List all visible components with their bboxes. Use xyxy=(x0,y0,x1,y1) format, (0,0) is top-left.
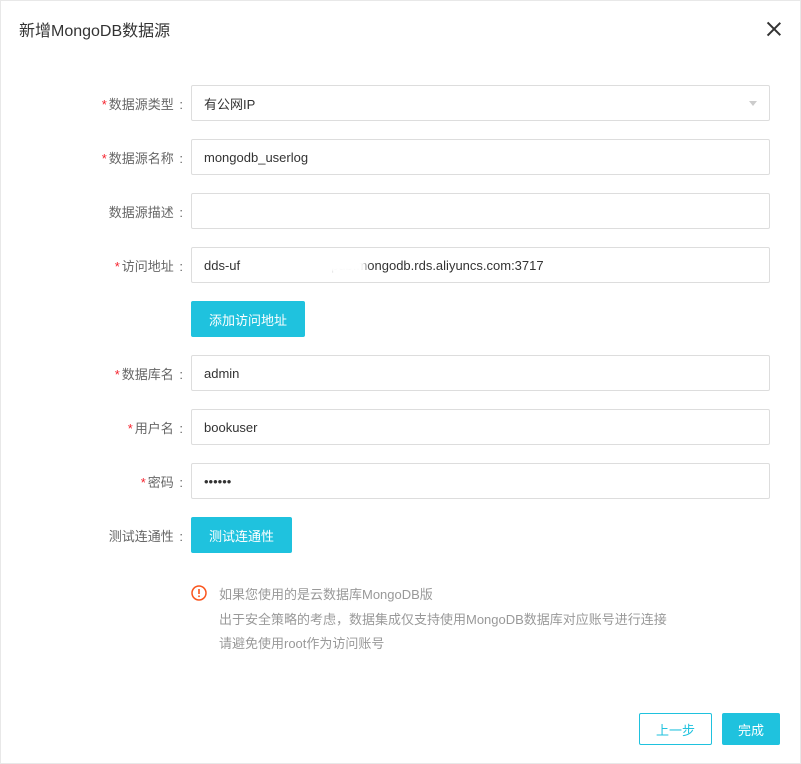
datasource-desc-input[interactable] xyxy=(191,193,770,229)
notice-line: 出于安全策略的考虑，数据集成仅支持使用MongoDB数据库对应账号进行连接 xyxy=(219,608,667,633)
label-datasource-name: *数据源名称 : xyxy=(31,148,191,167)
test-connection-button[interactable]: 测试连通性 xyxy=(191,517,292,553)
row-datasource-type: *数据源类型 : 有公网IP xyxy=(31,85,770,121)
redacted-mask xyxy=(256,253,366,275)
notice-line: 请避免使用root作为访问账号 xyxy=(219,632,667,657)
row-test-connection: 测试连通性 : 测试连通性 xyxy=(31,517,770,553)
row-datasource-name: *数据源名称 : xyxy=(31,139,770,175)
label-password: *密码 : xyxy=(31,472,191,491)
label-datasource-type: *数据源类型 : xyxy=(31,94,191,113)
datasource-name-input[interactable] xyxy=(191,139,770,175)
label-access-addr: *访问地址 : xyxy=(31,256,191,275)
label-username: *用户名 : xyxy=(31,418,191,437)
row-password: *密码 : xyxy=(31,463,770,499)
datasource-type-select[interactable]: 有公网IP xyxy=(191,85,770,121)
done-button[interactable]: 完成 xyxy=(722,713,780,745)
footer: 上一步 完成 xyxy=(639,713,780,745)
password-input[interactable] xyxy=(191,463,770,499)
notice-line: 如果您使用的是云数据库MongoDB版 xyxy=(219,583,667,608)
select-value: 有公网IP xyxy=(204,94,255,113)
notice-text: 如果您使用的是云数据库MongoDB版 出于安全策略的考虑，数据集成仅支持使用M… xyxy=(219,583,667,657)
notice: 如果您使用的是云数据库MongoDB版 出于安全策略的考虑，数据集成仅支持使用M… xyxy=(31,583,770,657)
chevron-down-icon xyxy=(749,101,757,106)
label-datasource-desc: 数据源描述 : xyxy=(31,202,191,221)
label-database-name: *数据库名 : xyxy=(31,364,191,383)
row-add-addr: 添加访问地址 xyxy=(31,301,770,337)
prev-button[interactable]: 上一步 xyxy=(639,713,712,745)
add-address-button[interactable]: 添加访问地址 xyxy=(191,301,305,337)
dialog-title: 新增MongoDB数据源 xyxy=(19,17,170,41)
username-input[interactable] xyxy=(191,409,770,445)
row-datasource-desc: 数据源描述 : xyxy=(31,193,770,229)
dialog-header: 新增MongoDB数据源 xyxy=(1,1,800,55)
warning-icon xyxy=(191,585,207,657)
form: *数据源类型 : 有公网IP *数据源名称 : 数据源描述 : *访问地址 : … xyxy=(1,55,800,657)
row-username: *用户名 : xyxy=(31,409,770,445)
row-database-name: *数据库名 : xyxy=(31,355,770,391)
database-name-input[interactable] xyxy=(191,355,770,391)
close-icon[interactable] xyxy=(766,21,782,37)
label-test-connection: 测试连通性 : xyxy=(31,526,191,545)
row-access-addr: *访问地址 : xyxy=(31,247,770,283)
